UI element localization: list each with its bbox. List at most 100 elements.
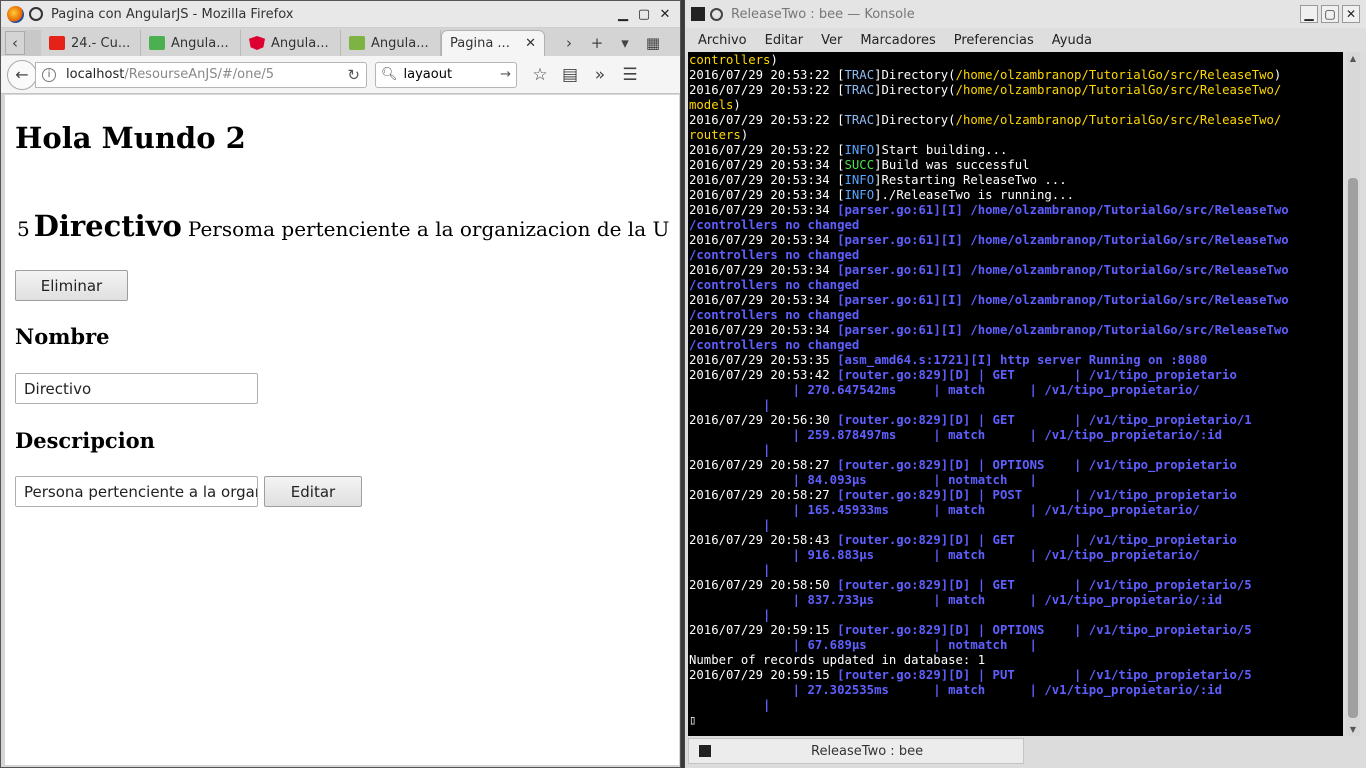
terminal-line: | 916.883µs | match | /v1/tipo_propietar… — [689, 548, 1343, 563]
delete-button[interactable]: Eliminar — [15, 270, 128, 301]
tab-overflow[interactable] — [25, 30, 41, 56]
window-title: ReleaseTwo : bee — Konsole — [731, 6, 915, 22]
terminal-segment: | — [689, 443, 771, 457]
terminal-segment: 2016/07/29 20:53:34 — [689, 158, 838, 172]
terminal-segment: | 27.302535ms | match | /v1/tipo_propiet… — [689, 683, 1223, 697]
pin-icon[interactable] — [29, 7, 43, 21]
minimize-button[interactable]: ▁ — [1300, 5, 1318, 23]
terminal-line: 2016/07/29 20:53:34 [parser.go:61][I] /h… — [689, 233, 1343, 248]
tab-bar: ‹ 24.- Cu... Angula... Angula... Angula.… — [1, 28, 680, 56]
terminal-line: 2016/07/29 20:53:34 [parser.go:61][I] /h… — [689, 293, 1343, 308]
terminal-line: 2016/07/29 20:58:43 [router.go:829][D] |… — [689, 533, 1343, 548]
terminal-segment: routers — [689, 128, 741, 142]
terminal-segment: ./ReleaseTwo is running... — [881, 188, 1075, 202]
tab-close-icon[interactable]: ✕ — [525, 36, 536, 51]
menu-preferencias[interactable]: Preferencias — [945, 33, 1043, 48]
pin-icon[interactable] — [710, 7, 723, 21]
record-description: Persoma pertenciente a la organizacion d… — [187, 217, 670, 241]
record-name: Directivo — [33, 209, 182, 243]
terminal-segment: 2016/07/29 20:56:30 — [689, 413, 838, 427]
terminal-segment: Directory( — [881, 113, 956, 127]
menu-ayuda[interactable]: Ayuda — [1043, 33, 1101, 48]
terminal-segment: | — [689, 608, 771, 622]
tab-pagina-active[interactable]: Pagina ... ✕ — [441, 30, 545, 56]
terminal-segment: | — [689, 698, 771, 712]
terminal-segment: [router.go:829][D] | POST | /v1/tipo_pro… — [837, 488, 1237, 502]
terminal-line: 2016/07/29 20:53:22 [TRAC]Directory(/hom… — [689, 83, 1343, 98]
terminal-segment: Directory( — [881, 83, 956, 97]
list-tabs-button[interactable]: ▾ — [611, 30, 639, 56]
terminal-segment: /home/olzambranop/TutorialGo/src/Release… — [955, 113, 1282, 127]
tabs-scroll-left-button[interactable]: ‹ — [5, 31, 25, 55]
terminal-output[interactable]: controllers) 2016/07/29 20:53:22 [TRAC]Di… — [688, 52, 1343, 736]
scrollbar-thumb[interactable] — [1348, 178, 1358, 718]
terminal-icon — [699, 745, 711, 757]
new-tab-button[interactable]: + — [583, 30, 611, 56]
menu-editar[interactable]: Editar — [756, 33, 813, 48]
menu-marcadores[interactable]: Marcadores — [851, 33, 944, 48]
terminal-segment: 2016/07/29 20:58:27 — [689, 488, 838, 502]
page-content: Hola Mundo 2 5 Directivo Persoma pertenc… — [5, 95, 679, 765]
terminal-tab[interactable]: ReleaseTwo : bee — [688, 738, 1024, 764]
site-info-icon[interactable]: i — [42, 67, 56, 82]
terminal-scrollbar[interactable]: ▲ ▼ — [1346, 52, 1360, 736]
tab-groups-icon[interactable]: ▦ — [639, 30, 667, 56]
terminal-line: 2016/07/29 20:58:50 [router.go:829][D] |… — [689, 578, 1343, 593]
close-button[interactable]: ✕ — [656, 5, 674, 23]
search-input[interactable]: 🔍︎ layaout → — [375, 61, 517, 88]
tab-angular-2[interactable]: Angula... — [241, 30, 341, 56]
terminal-line: /controllers no changed — [689, 248, 1343, 263]
terminal-line: | 165.45933ms | match | /v1/tipo_propiet… — [689, 503, 1343, 518]
terminal-segment: TRAC — [844, 113, 875, 127]
edit-button[interactable]: Editar — [264, 476, 362, 507]
terminal-segment: | — [689, 563, 771, 577]
terminal-line: 2016/07/29 20:53:34 [parser.go:61][I] /h… — [689, 203, 1343, 218]
terminal-segment: ] — [874, 113, 882, 127]
tabs-scroll-right-button[interactable]: › — [555, 30, 583, 56]
terminal-segment: 2016/07/29 20:53:34 — [689, 323, 838, 337]
close-button[interactable]: ✕ — [1342, 5, 1360, 23]
terminal-line: | — [689, 563, 1343, 578]
terminal-icon — [691, 7, 705, 21]
reload-icon[interactable]: ↻ — [347, 66, 360, 84]
terminal-line: | — [689, 443, 1343, 458]
tab-angular-1[interactable]: Angula... — [141, 30, 241, 56]
menu-archivo[interactable]: Archivo — [689, 33, 756, 48]
menu-ver[interactable]: Ver — [812, 33, 851, 48]
maximize-button[interactable]: ▢ — [635, 5, 653, 23]
tab-label: Angula... — [271, 35, 329, 51]
bookmark-star-icon[interactable]: ☆ — [525, 65, 555, 85]
terminal-segment: 2016/07/29 20:53:34 — [689, 188, 838, 202]
back-button[interactable]: ← — [7, 59, 37, 90]
terminal-segment: 2016/07/29 20:59:15 — [689, 623, 838, 637]
terminal-segment: 2016/07/29 20:53:34 — [689, 263, 838, 277]
firefox-logo-icon — [7, 5, 24, 23]
record-id: 5 — [17, 217, 30, 241]
hamburger-menu-icon[interactable]: ☰ — [615, 65, 645, 85]
terminal-segment: TRAC — [844, 68, 875, 82]
terminal-segment: [parser.go:61][I] /home/olzambranop/Tuto… — [837, 323, 1289, 337]
description-field[interactable]: Persona pertenciente a la organizacion d… — [15, 476, 258, 507]
reader-view-icon[interactable]: ▤ — [555, 65, 585, 85]
terminal-segment: /controllers no changed — [689, 308, 860, 322]
search-go-icon[interactable]: → — [500, 67, 511, 82]
terminal-line: 2016/07/29 20:56:30 [router.go:829][D] |… — [689, 413, 1343, 428]
konsole-titlebar: ReleaseTwo : bee — Konsole ▁ ▢ ✕ — [685, 0, 1366, 28]
terminal-segment: [router.go:829][D] | OPTIONS | /v1/tipo_… — [837, 458, 1237, 472]
tab-angular-3[interactable]: Angula... — [341, 30, 441, 56]
tab-youtube[interactable]: 24.- Cu... — [41, 30, 141, 56]
overflow-chevron-icon[interactable]: » — [585, 65, 615, 85]
terminal-tab-label: ReleaseTwo : bee — [811, 743, 924, 759]
name-field[interactable]: Directivo — [15, 373, 258, 404]
url-bar[interactable]: i localhost/ResourseAnJS/#/one/5 ↻ — [35, 61, 367, 88]
terminal-segment: controllers — [689, 53, 771, 67]
terminal-segment: /home/olzambranop/TutorialGo/src/Release… — [955, 68, 1274, 82]
minimize-button[interactable]: ▁ — [614, 5, 632, 23]
terminal-segment: 2016/07/29 20:58:27 — [689, 458, 838, 472]
scroll-up-icon[interactable]: ▲ — [1346, 54, 1360, 63]
scroll-down-icon[interactable]: ▼ — [1346, 725, 1360, 734]
terminal-segment: 2016/07/29 20:53:34 — [689, 173, 838, 187]
url-path: /ResourseAnJS/#/one/5 — [124, 67, 274, 82]
maximize-button[interactable]: ▢ — [1321, 5, 1339, 23]
terminal-segment: 2016/07/29 20:53:22 — [689, 113, 838, 127]
